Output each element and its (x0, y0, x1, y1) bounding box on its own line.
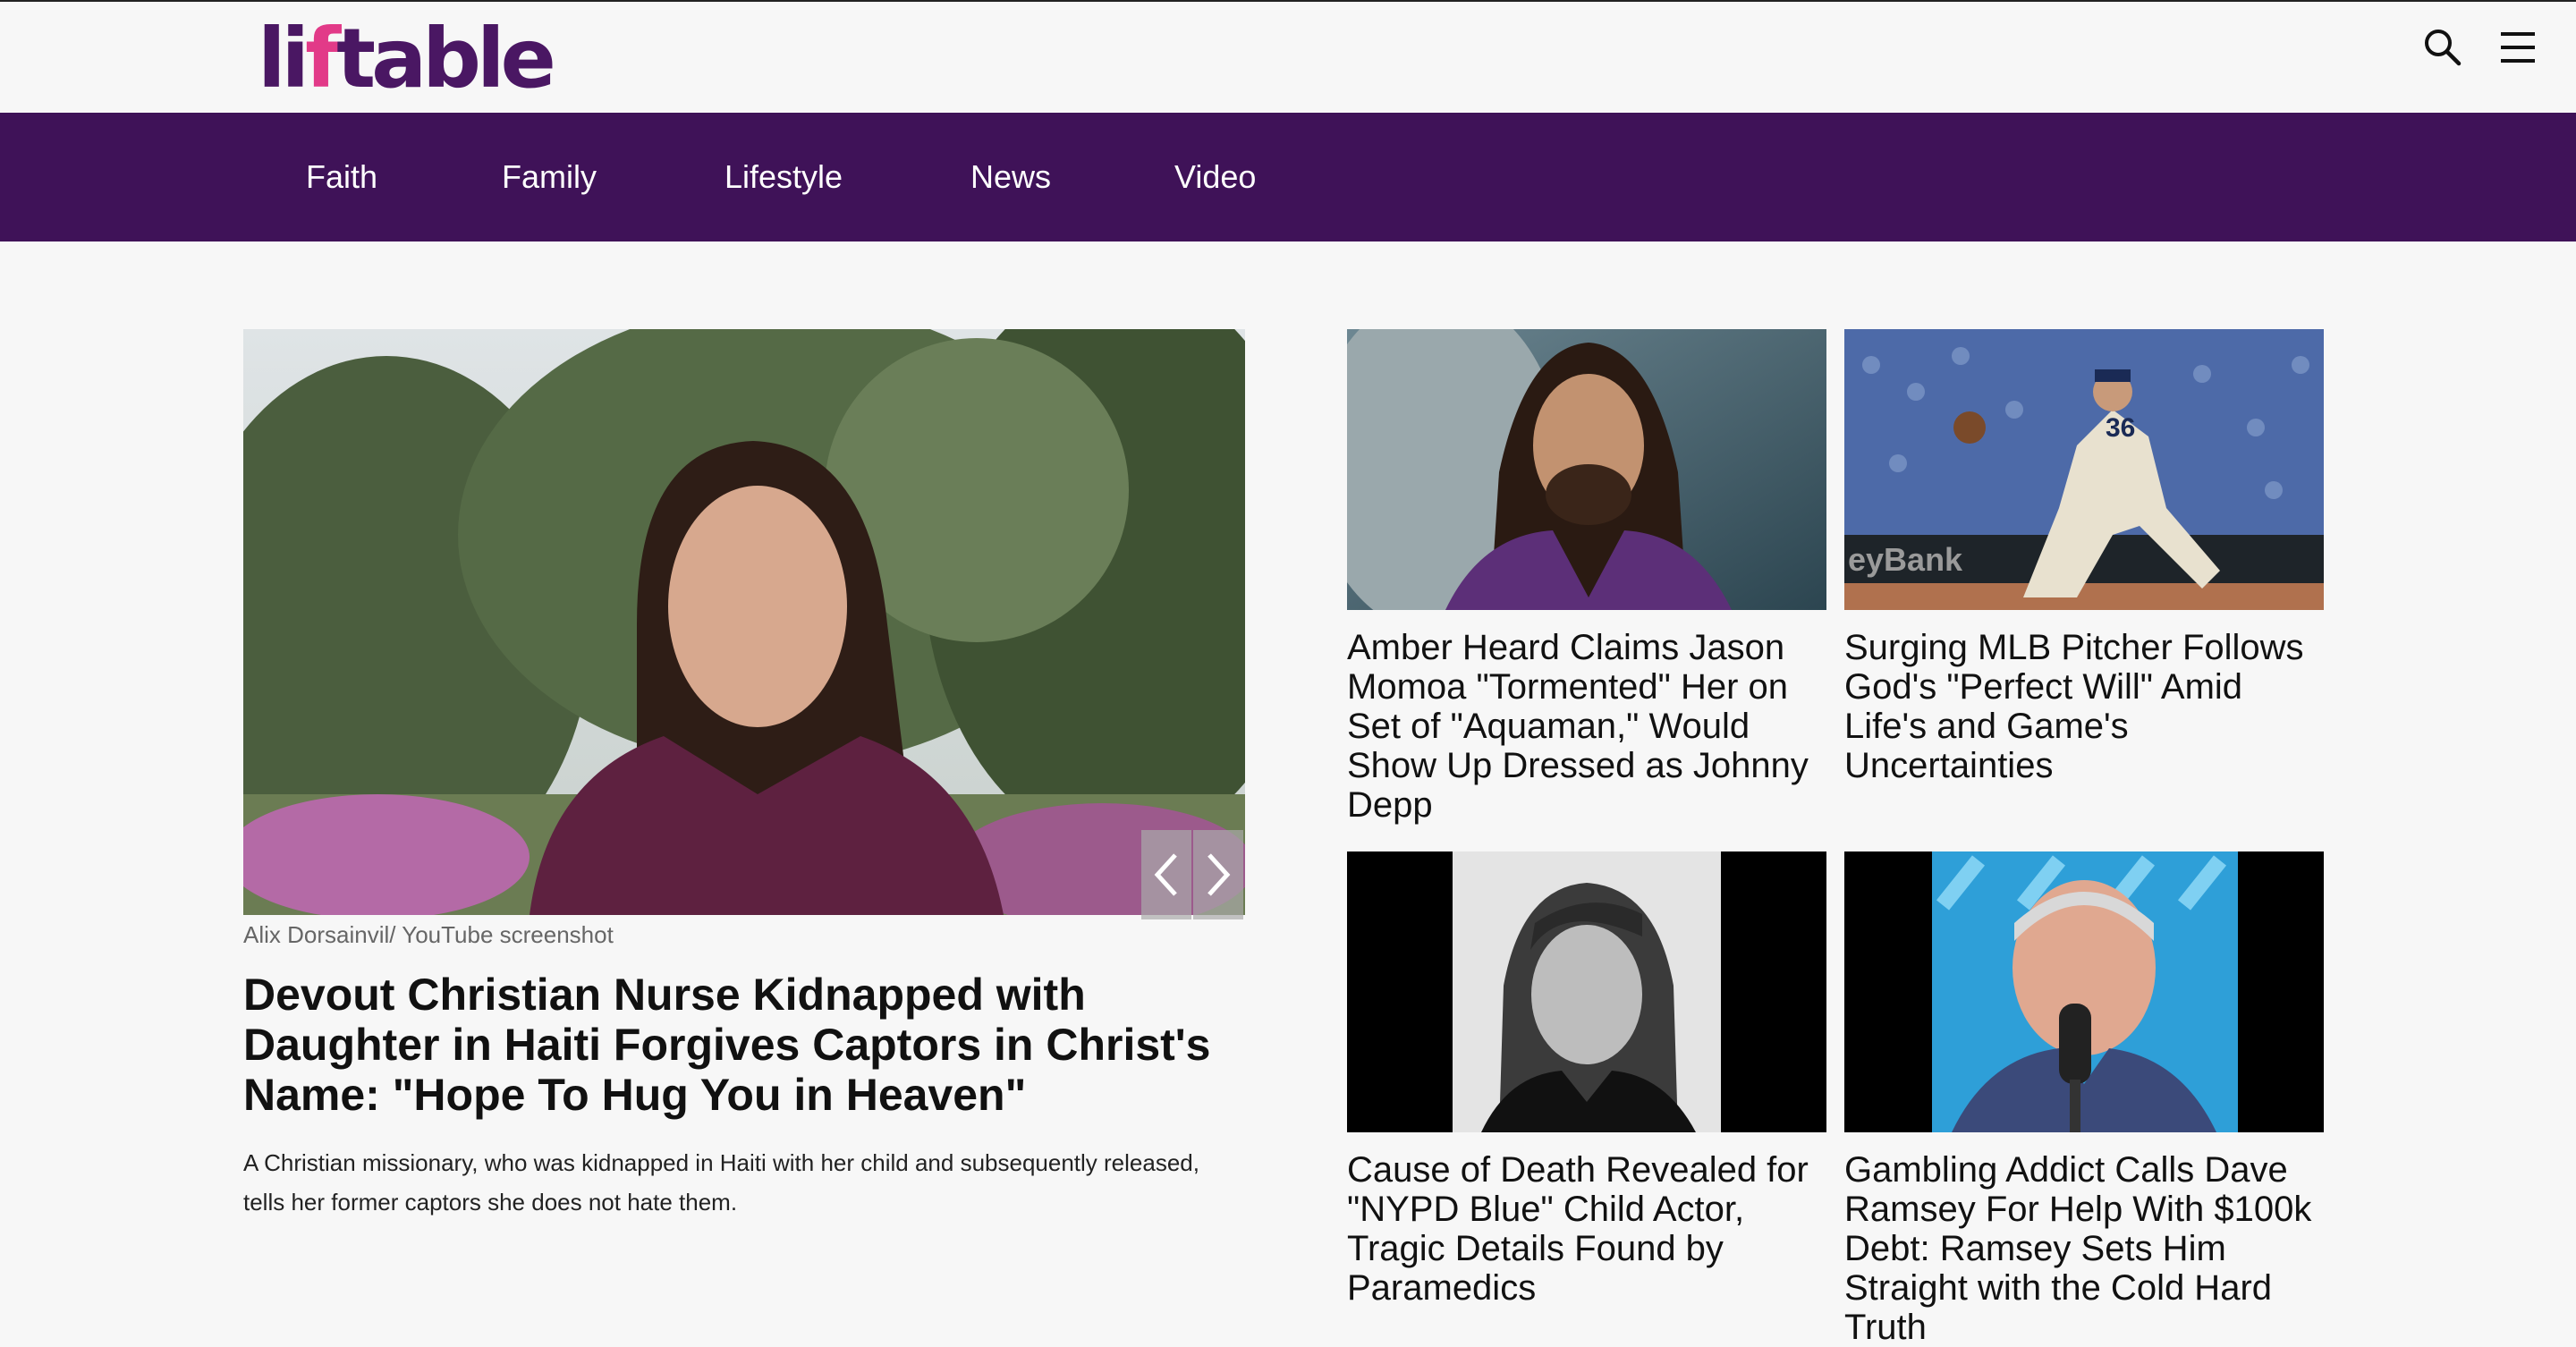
hero-description: A Christian missionary, who was kidnappe… (243, 1149, 1199, 1216)
article-card[interactable]: Amber Heard Claims Jason Momoa "Tormente… (1347, 329, 1826, 825)
nav-item-lifestyle[interactable]: Lifestyle (724, 113, 843, 241)
article-thumbnail[interactable] (1347, 851, 1826, 1132)
chevron-right-icon[interactable] (1193, 830, 1243, 919)
search-icon[interactable] (2420, 25, 2465, 70)
article-thumbnail[interactable]: eyBank 36 (1844, 329, 2324, 610)
jersey-number: 36 (2106, 413, 2135, 443)
article-thumbnail[interactable] (1347, 329, 1826, 610)
nav-item-family[interactable]: Family (502, 113, 597, 241)
chevron-left-icon[interactable] (1141, 830, 1191, 919)
hero-image[interactable] (243, 329, 1245, 915)
logo-wordmark: liftable (258, 11, 556, 106)
hamburger-menu-icon[interactable] (2496, 25, 2540, 70)
nav-item-faith[interactable]: Faith (306, 113, 377, 241)
article-card[interactable]: Cause of Death Revealed for "NYPD Blue" … (1347, 851, 1826, 1308)
article-title[interactable]: Surging MLB Pitcher Follows God's "Perfe… (1844, 628, 2324, 785)
article-title[interactable]: Amber Heard Claims Jason Momoa "Tormente… (1347, 628, 1826, 825)
article-title[interactable]: Cause of Death Revealed for "NYPD Blue" … (1347, 1150, 1826, 1308)
article-card[interactable]: eyBank 36 Surging MLB Pitcher Follows Go… (1844, 329, 2324, 785)
nav-item-news[interactable]: News (970, 113, 1051, 241)
nav-item-video[interactable]: Video (1174, 113, 1256, 241)
article-card[interactable]: Gambling Addict Calls Dave Ramsey For He… (1844, 851, 2324, 1347)
banner-text: eyBank (1848, 541, 1963, 578)
hero-image-credit: Alix Dorsainvil/ YouTube screenshot (243, 921, 614, 948)
main-navigation: Faith Family Lifestyle News Video (0, 113, 2576, 241)
site-header: liftable (0, 2, 2576, 113)
article-thumbnail[interactable] (1844, 851, 2324, 1132)
article-title[interactable]: Gambling Addict Calls Dave Ramsey For He… (1844, 1150, 2324, 1347)
liftable-logo[interactable]: liftable (258, 11, 556, 106)
hero-headline[interactable]: Devout Christian Nurse Kidnapped with Da… (243, 970, 1245, 1120)
